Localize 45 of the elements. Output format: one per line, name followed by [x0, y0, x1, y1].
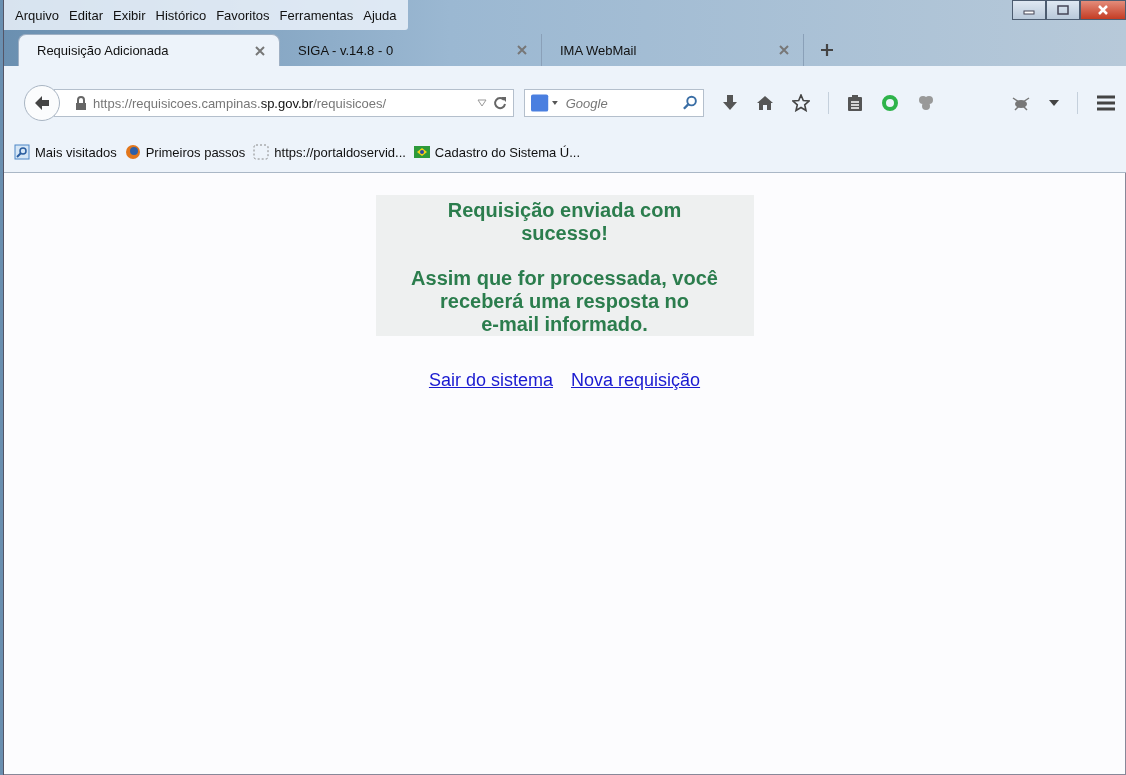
plus-icon [820, 43, 834, 57]
text-link[interactable]: Sair do sistema [428, 370, 553, 391]
maximize-icon [1057, 5, 1069, 15]
lock-icon [75, 96, 87, 110]
url-text: https://requisicoes.campinas.sp.gov.br/requisicoes/ [93, 95, 388, 111]
close-button[interactable] [1080, 0, 1126, 20]
text-link[interactable]: Nova requisição [571, 370, 701, 391]
search-icon[interactable] [681, 95, 697, 111]
search-field[interactable]: Google [524, 89, 704, 117]
menu-item[interactable]: Arquivo [10, 7, 65, 23]
search-input[interactable]: Google [563, 94, 678, 112]
minimize-button[interactable] [1012, 0, 1046, 20]
bookmark-link[interactable]: https://portaldoservid... [253, 144, 406, 160]
back-arrow-icon [33, 95, 51, 111]
close-icon [1097, 4, 1109, 16]
menu-item[interactable]: Editar [64, 7, 109, 23]
menu-item[interactable]: Ferramentas [274, 7, 359, 23]
globe-icon [124, 144, 141, 160]
menu-item[interactable]: Ajuda [358, 7, 402, 23]
success-message: Assim que for processada, você receberá uma resposta no e-mail informado. [410, 267, 719, 336]
menu-item[interactable]: Exibir [108, 7, 151, 23]
menu-icon[interactable] [1096, 95, 1116, 111]
home-icon[interactable] [756, 95, 774, 111]
flag-icon [413, 144, 430, 160]
reload-icon[interactable] [493, 96, 507, 110]
bug-icon[interactable] [1011, 95, 1031, 111]
search-page-icon [14, 144, 30, 160]
bookmark-link[interactable]: Cadastro do Sistema Ú... [413, 144, 581, 160]
close-icon[interactable] [255, 45, 265, 56]
reading-list-icon[interactable] [847, 94, 863, 112]
circle-cluster-icon[interactable] [917, 94, 935, 112]
search-engine-icon[interactable] [531, 94, 560, 112]
browser-tab[interactable]: Requisição Adicionada [18, 34, 280, 66]
star-icon[interactable] [792, 94, 810, 112]
bookmark-link[interactable]: Mais visitados [14, 144, 117, 160]
download-icon[interactable] [722, 94, 738, 112]
bookmark-link[interactable]: Primeiros passos [124, 144, 246, 160]
blank-page-icon [253, 144, 270, 160]
address-field[interactable]: https://requisicoes.campinas.sp.gov.br/requisicoes/ [54, 89, 514, 117]
menu-item[interactable]: Histórico [150, 7, 212, 23]
back-button[interactable] [24, 85, 60, 121]
maximize-button[interactable] [1046, 0, 1080, 20]
dropdown-icon[interactable] [1049, 100, 1059, 106]
menu-item[interactable]: Favoritos [211, 7, 275, 23]
success-message: Requisição enviada com sucesso! [446, 199, 683, 245]
